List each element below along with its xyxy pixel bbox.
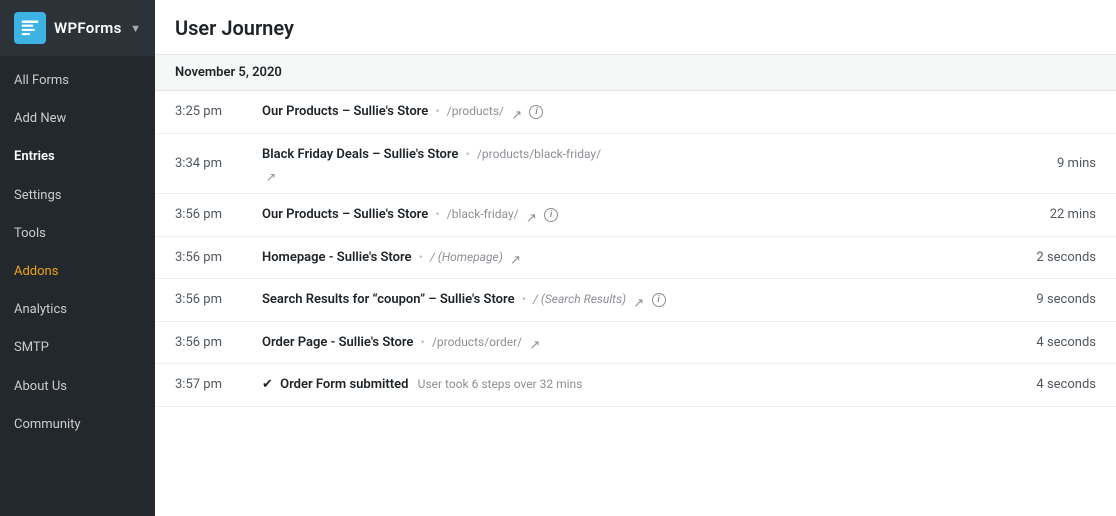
title-cell: Black Friday Deals – Sullie's Store • /p… bbox=[242, 133, 956, 194]
title-cell: Search Results for “coupon” – Sullie's S… bbox=[242, 279, 956, 322]
external-link-icon[interactable]: ↗ bbox=[529, 336, 541, 348]
table-row: 3:56 pm Search Results for “coupon” – Su… bbox=[155, 279, 1116, 322]
submitted-title: Order Form submitted bbox=[280, 377, 408, 392]
path-separator: • bbox=[435, 104, 439, 118]
page-path: / (Search Results) bbox=[533, 292, 626, 306]
page-title-text: Order Page - Sullie's Store bbox=[262, 335, 413, 350]
path-separator: • bbox=[522, 292, 526, 306]
sidebar-navigation: All Forms Add New Entries Settings Tools… bbox=[0, 56, 155, 450]
page-title-text: Homepage - Sullie's Store bbox=[262, 250, 412, 265]
sidebar-item-smtp[interactable]: SMTP bbox=[0, 329, 155, 367]
sidebar-collapse-icon[interactable]: ▼ bbox=[130, 22, 141, 35]
time-cell: 3:56 pm bbox=[155, 236, 242, 279]
page-title-text: Search Results for “coupon” – Sullie's S… bbox=[262, 292, 515, 307]
sidebar-logo[interactable]: WPForms ▼ bbox=[0, 0, 155, 56]
checkmark-icon: ✔ bbox=[262, 377, 273, 392]
sub-note: User took 6 steps over 32 mins bbox=[418, 377, 583, 391]
content-area: November 5, 2020 3:25 pm Our Products – … bbox=[155, 55, 1116, 516]
page-path: /products/ bbox=[447, 104, 504, 118]
path-separator: • bbox=[421, 335, 425, 349]
sidebar-item-community[interactable]: Community bbox=[0, 406, 155, 444]
path-separator: • bbox=[435, 207, 439, 221]
sidebar-item-settings[interactable]: Settings bbox=[0, 177, 155, 215]
main-content: User Journey November 5, 2020 3:25 pm Ou… bbox=[155, 0, 1116, 516]
table-row: 3:56 pm Our Products – Sullie's Store • … bbox=[155, 194, 1116, 237]
time-cell: 3:56 pm bbox=[155, 321, 242, 364]
title-cell: ✔ Order Form submitted User took 6 steps… bbox=[242, 364, 956, 407]
duration-cell: 22 mins bbox=[956, 194, 1116, 237]
duration-cell: 4 seconds bbox=[956, 364, 1116, 407]
duration-cell: 9 mins bbox=[956, 133, 1116, 194]
table-row: 3:34 pm Black Friday Deals – Sullie's St… bbox=[155, 133, 1116, 194]
sidebar-item-all-forms[interactable]: All Forms bbox=[0, 62, 155, 100]
journey-table: 3:25 pm Our Products – Sullie's Store • … bbox=[155, 91, 1116, 407]
table-row: 3:25 pm Our Products – Sullie's Store • … bbox=[155, 91, 1116, 133]
path-separator: • bbox=[419, 250, 423, 264]
title-cell: Our Products – Sullie's Store • /product… bbox=[242, 91, 956, 133]
external-link-icon[interactable]: ↗ bbox=[526, 209, 538, 221]
sidebar-item-entries[interactable]: Entries bbox=[0, 138, 155, 176]
logo-text: WPForms bbox=[54, 19, 122, 37]
external-link-icon[interactable]: ↗ bbox=[511, 106, 523, 118]
external-link-icon[interactable]: ↗ bbox=[633, 294, 645, 306]
page-path: / (Homepage) bbox=[430, 250, 503, 264]
table-row: 3:57 pm ✔ Order Form submitted User took… bbox=[155, 364, 1116, 407]
wpforms-logo-icon bbox=[14, 12, 46, 44]
info-icon[interactable]: i bbox=[652, 293, 666, 307]
title-cell: Our Products – Sullie's Store • /black-f… bbox=[242, 194, 956, 237]
page-path: /products/order/ bbox=[432, 335, 522, 349]
path-separator: • bbox=[466, 147, 470, 161]
time-cell: 3:34 pm bbox=[155, 133, 242, 194]
time-cell: 3:56 pm bbox=[155, 194, 242, 237]
sidebar-item-tools[interactable]: Tools bbox=[0, 215, 155, 253]
page-title-text: Black Friday Deals – Sullie's Store bbox=[262, 147, 458, 162]
sidebar: WPForms ▼ All Forms Add New Entries Sett… bbox=[0, 0, 155, 516]
time-cell: 3:56 pm bbox=[155, 279, 242, 322]
page-path: /products/black-friday/ bbox=[477, 147, 601, 161]
sidebar-item-addons[interactable]: Addons bbox=[0, 253, 155, 291]
page-path: /black-friday/ bbox=[447, 207, 519, 221]
date-header: November 5, 2020 bbox=[155, 55, 1116, 91]
info-icon[interactable]: i bbox=[544, 208, 558, 222]
duration-cell bbox=[956, 91, 1116, 133]
page-title-text: Our Products – Sullie's Store bbox=[262, 207, 428, 222]
sidebar-item-analytics[interactable]: Analytics bbox=[0, 291, 155, 329]
external-link-icon[interactable]: ↗ bbox=[510, 251, 522, 263]
table-row: 3:56 pm Order Page - Sullie's Store • /p… bbox=[155, 321, 1116, 364]
sidebar-item-about-us[interactable]: About Us bbox=[0, 368, 155, 406]
time-cell: 3:57 pm bbox=[155, 364, 242, 407]
title-cell: Homepage - Sullie's Store • / (Homepage)… bbox=[242, 236, 956, 279]
title-cell: Order Page - Sullie's Store • /products/… bbox=[242, 321, 956, 364]
page-title: User Journey bbox=[175, 16, 1096, 40]
duration-cell: 4 seconds bbox=[956, 321, 1116, 364]
duration-cell: 2 seconds bbox=[956, 236, 1116, 279]
page-title-text: Our Products – Sullie's Store bbox=[262, 104, 428, 119]
time-cell: 3:25 pm bbox=[155, 91, 242, 133]
external-link-icon[interactable]: ↗ bbox=[266, 168, 278, 180]
sidebar-item-add-new[interactable]: Add New bbox=[0, 100, 155, 138]
page-header: User Journey bbox=[155, 0, 1116, 55]
table-row: 3:56 pm Homepage - Sullie's Store • / (H… bbox=[155, 236, 1116, 279]
duration-cell: 9 seconds bbox=[956, 279, 1116, 322]
info-icon[interactable]: i bbox=[529, 105, 543, 119]
